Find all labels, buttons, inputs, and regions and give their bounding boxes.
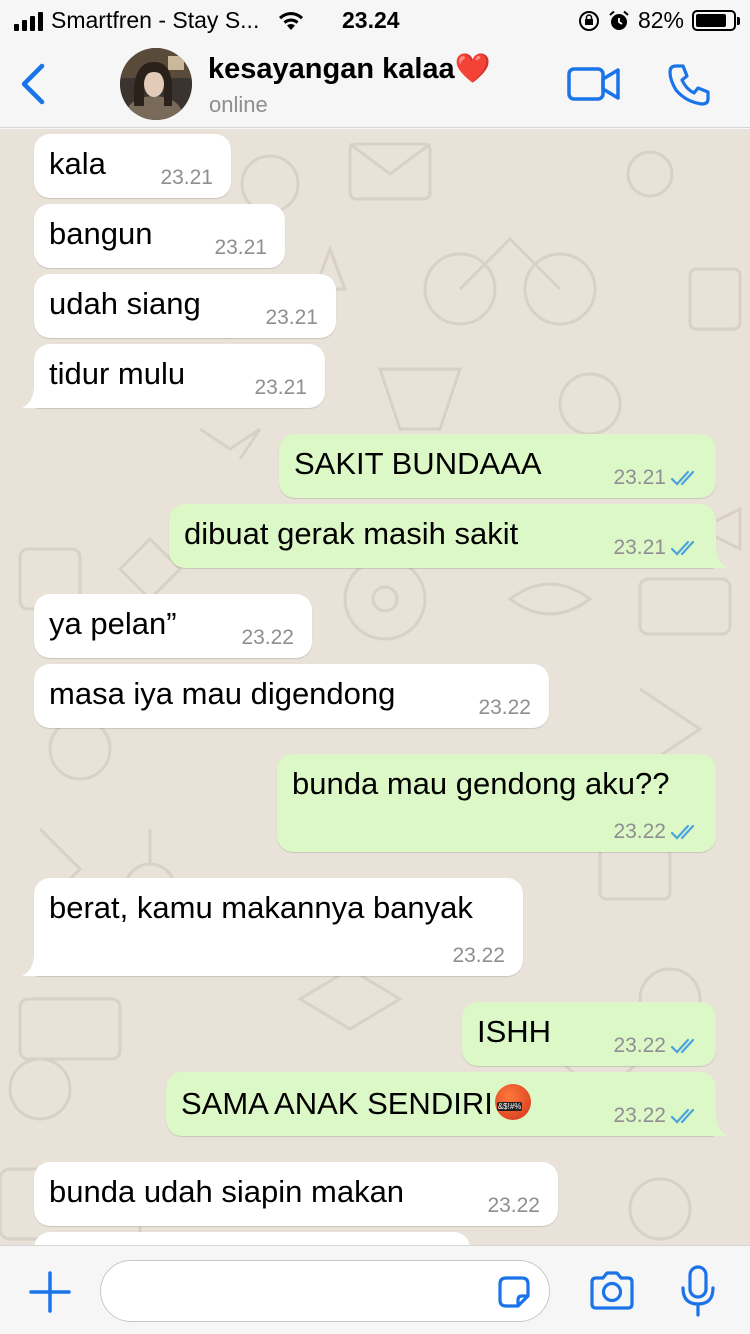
- message-time: 23.21: [265, 306, 318, 330]
- message-bubble-partial[interactable]: [34, 1232, 470, 1245]
- message-time: 23.22: [241, 626, 294, 650]
- message-bubble-outgoing[interactable]: dibuat gerak masih sakit 23.21: [169, 504, 728, 568]
- read-ticks-icon: [670, 1108, 695, 1124]
- message-bubble-incoming[interactable]: kala 23.21: [34, 134, 231, 198]
- read-ticks-icon: [670, 1038, 695, 1054]
- message-time: 23.22: [478, 696, 531, 720]
- status-time: 23.24: [342, 7, 400, 33]
- input-bar: [0, 1245, 750, 1334]
- video-camera-icon[interactable]: [566, 64, 622, 104]
- camera-icon[interactable]: [588, 1270, 636, 1312]
- message-bubble-incoming[interactable]: tidur mulu 23.21: [22, 344, 325, 408]
- timestamp: 23.21: [613, 536, 666, 559]
- timestamp: 23.21: [254, 376, 307, 399]
- battery-fill: [696, 14, 726, 27]
- message-text: SAKIT BUNDAAA: [294, 446, 542, 481]
- avatar[interactable]: [120, 48, 192, 120]
- message-time: 23.21: [613, 466, 702, 490]
- battery-icon: [692, 10, 740, 31]
- message-input[interactable]: [100, 1260, 550, 1322]
- timestamp: 23.22: [613, 820, 666, 843]
- read-ticks-icon: [670, 470, 695, 486]
- message-time: 23.21: [613, 536, 702, 560]
- chevron-left-icon[interactable]: [14, 62, 54, 106]
- message-bubble-outgoing[interactable]: SAKIT BUNDAAA 23.21: [279, 434, 716, 498]
- message-bubble-incoming[interactable]: ya pelan” 23.22: [34, 594, 312, 658]
- message-time: 23.22: [487, 1194, 540, 1218]
- message-text: ya pelan”: [49, 606, 177, 641]
- plus-icon[interactable]: [28, 1270, 72, 1314]
- message-bubble-outgoing[interactable]: ISHH 23.22: [462, 1002, 716, 1066]
- message-time: 23.21: [214, 236, 267, 260]
- avatar-photo: [120, 48, 192, 120]
- phone-icon[interactable]: [666, 62, 712, 108]
- message-text: tidur mulu: [49, 356, 186, 391]
- status-bar-left: Smartfren - Stay S...: [14, 7, 305, 34]
- contact-name-text: kesayangan kalaa: [208, 53, 455, 85]
- message-bubble-outgoing[interactable]: SAMA ANAK SENDIRI 23.22: [166, 1072, 728, 1136]
- message-bubble-incoming[interactable]: bunda udah siapin makan 23.22: [34, 1162, 558, 1226]
- message-text: udah siang: [49, 286, 201, 321]
- timestamp: 23.21: [214, 236, 267, 259]
- alarm-icon: [609, 10, 629, 30]
- message-text: bangun: [49, 216, 153, 251]
- message-time: 23.22: [613, 820, 702, 844]
- bubble-tail: [22, 386, 40, 408]
- heart-emoji: ❤️: [454, 53, 491, 85]
- message-bubble-incoming[interactable]: bangun 23.21: [34, 204, 285, 268]
- chat-header: kesayangan kalaa❤️ online: [0, 40, 750, 128]
- message-text: masa iya mau digendong: [49, 676, 396, 711]
- timestamp: 23.22: [452, 944, 505, 967]
- sticker-icon[interactable]: [496, 1274, 532, 1310]
- message-text: berat, kamu makannya banyak: [49, 890, 473, 925]
- message-text: bunda udah siapin makan: [49, 1174, 405, 1209]
- message-bubble-incoming[interactable]: masa iya mau digendong 23.22: [34, 664, 549, 728]
- message-time: 23.21: [160, 166, 213, 190]
- timestamp: 23.22: [613, 1104, 666, 1127]
- bubble-tail: [710, 546, 728, 568]
- message-time: 23.22: [452, 944, 505, 968]
- message-time: 23.22: [613, 1034, 702, 1058]
- message-time: 23.21: [254, 376, 307, 400]
- message-text: dibuat gerak masih sakit: [184, 516, 519, 551]
- orientation-lock-icon: [578, 10, 599, 31]
- bubble-tail: [22, 954, 40, 976]
- message-bubble-incoming[interactable]: udah siang 23.21: [34, 274, 336, 338]
- message-bubble-incoming[interactable]: berat, kamu makannya banyak 23.22: [22, 878, 523, 976]
- carrier-name: Smartfren - Stay S...: [51, 7, 260, 33]
- chat-area[interactable]: kala 23.21 bangun 23.21 udah siang 23.21…: [0, 129, 750, 1245]
- timestamp: 23.21: [613, 466, 666, 489]
- message-text: bunda mau gendong aku??: [292, 766, 670, 801]
- contact-name[interactable]: kesayangan kalaa❤️: [208, 52, 491, 86]
- wifi-icon: [279, 11, 304, 30]
- read-ticks-icon: [670, 540, 695, 556]
- timestamp: 23.21: [160, 166, 213, 189]
- message-text-content: SAMA ANAK SENDIRI: [181, 1086, 493, 1121]
- timestamp: 23.22: [241, 626, 294, 649]
- read-ticks-icon: [670, 824, 695, 840]
- message-text: kala: [49, 146, 106, 181]
- status-bar-right: 82%: [578, 7, 740, 34]
- timestamp: 23.22: [478, 696, 531, 719]
- message-time: 23.22: [613, 1104, 702, 1128]
- contact-status: online: [209, 92, 268, 117]
- timestamp: 23.22: [613, 1034, 666, 1057]
- battery-percent: 82%: [637, 7, 684, 33]
- timestamp: 23.21: [265, 306, 318, 329]
- bubble-tail: [710, 1114, 728, 1136]
- message-text: ISHH: [477, 1014, 552, 1049]
- status-bar: Smartfren - Stay S... 23.24 82%: [0, 0, 750, 40]
- cursing-face-emoji: [494, 1084, 531, 1120]
- message-text: SAMA ANAK SENDIRI: [181, 1084, 531, 1122]
- signal-icon: [14, 11, 43, 31]
- microphone-icon[interactable]: [680, 1264, 716, 1318]
- timestamp: 23.22: [487, 1194, 540, 1217]
- message-bubble-outgoing[interactable]: bunda mau gendong aku?? 23.22: [277, 754, 716, 852]
